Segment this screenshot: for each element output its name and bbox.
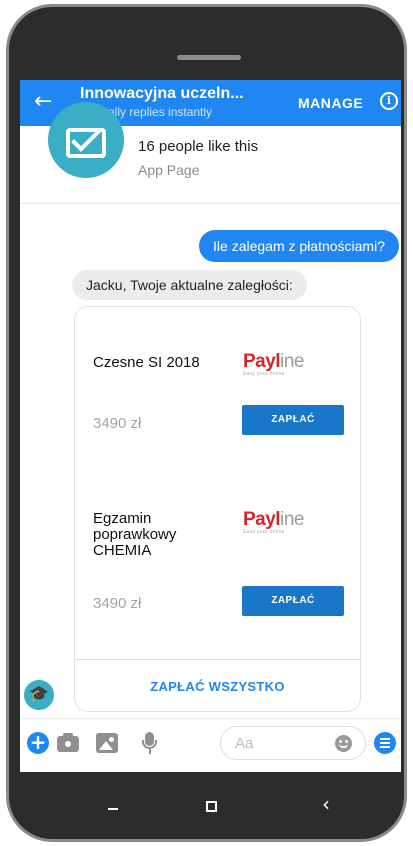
payment-item-name: Egzamin poprawkowy CHEMIA bbox=[93, 510, 177, 559]
messenger-screen: ← Innowacyjna uczeln... Typically replie… bbox=[20, 80, 401, 772]
payline-logo-main: Payl bbox=[243, 509, 281, 530]
payline-logo-tail: ine bbox=[280, 509, 304, 530]
page-avatar bbox=[48, 102, 124, 178]
payment-amount: 3490 zł bbox=[93, 595, 142, 612]
phone-speaker bbox=[177, 55, 241, 60]
image-icon[interactable] bbox=[96, 731, 120, 755]
page-info-card: 16 people like this App Page bbox=[20, 102, 401, 204]
arrow-left-icon[interactable]: ← bbox=[34, 90, 52, 114]
outgoing-message: Ile zalegam z płatnościami? bbox=[199, 230, 399, 262]
info-icon[interactable]: i bbox=[380, 92, 398, 110]
message-composer: + Aa bbox=[20, 718, 401, 766]
payment-item-name: Czesne SI 2018 bbox=[93, 354, 200, 371]
payments-card: Czesne SI 2018 Payline Easy your online … bbox=[74, 306, 361, 712]
payline-logo-tail: ine bbox=[280, 351, 304, 372]
plus-icon[interactable]: + bbox=[27, 732, 49, 754]
graduation-cap-icon: 🎓 bbox=[24, 680, 54, 710]
pay-all-button[interactable]: ZAPŁAĆ WSZYSTKO bbox=[75, 679, 360, 694]
payline-logo-main: Payl bbox=[243, 351, 281, 372]
android-nav-bar: ‹ bbox=[20, 772, 382, 832]
nav-recent-icon[interactable]: ‹ bbox=[322, 792, 330, 816]
menu-icon[interactable] bbox=[374, 732, 396, 754]
pay-button[interactable]: ZAPŁAĆ bbox=[242, 405, 344, 435]
microphone-icon[interactable] bbox=[138, 731, 162, 755]
incoming-message: Jacku, Twoje aktualne zaległości: bbox=[72, 270, 307, 300]
emoji-icon[interactable] bbox=[335, 735, 352, 752]
pay-button[interactable]: ZAPŁAĆ bbox=[242, 586, 344, 616]
payment-amount: 3490 zł bbox=[93, 415, 142, 432]
page-likes: 16 people like this bbox=[138, 138, 259, 155]
nav-home-icon[interactable] bbox=[206, 801, 217, 812]
card-divider bbox=[75, 659, 360, 660]
payline-logo: Payline Easy your online bbox=[243, 509, 304, 535]
message-input-placeholder: Aa bbox=[235, 735, 254, 752]
chat-title: Innowacyjna uczeln... bbox=[80, 85, 244, 102]
message-input[interactable]: Aa bbox=[220, 726, 366, 760]
nav-back-icon[interactable] bbox=[108, 808, 118, 810]
page-type: App Page bbox=[138, 162, 200, 178]
camera-icon[interactable] bbox=[57, 731, 81, 755]
payline-logo: Payline Easy your online bbox=[243, 351, 304, 377]
manage-button[interactable]: MANAGE bbox=[298, 95, 363, 111]
